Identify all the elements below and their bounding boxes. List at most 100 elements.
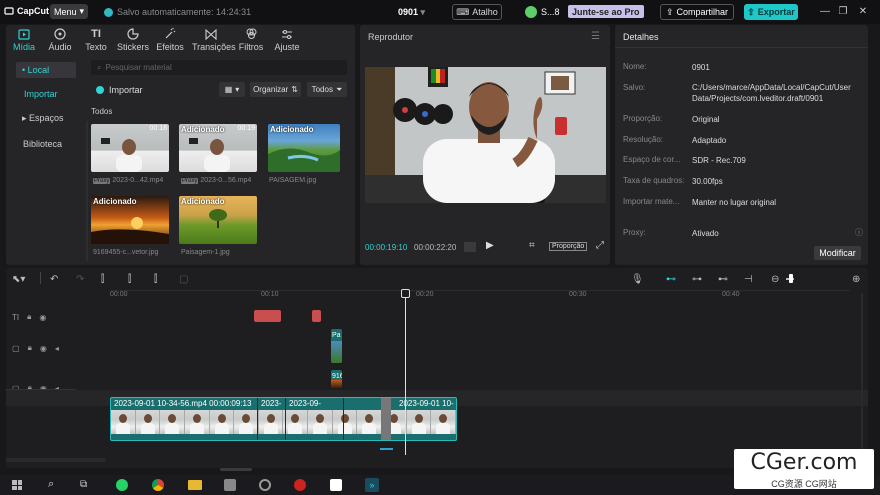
preview-axis-icon[interactable]: ⊷ — [718, 274, 728, 285]
user-account[interactable]: S...8 — [525, 4, 560, 20]
search-icon[interactable]: ⌕ — [48, 478, 54, 491]
ratio-button[interactable]: Proporção — [549, 242, 588, 251]
playhead[interactable] — [405, 290, 406, 455]
folder-icon[interactable] — [188, 480, 202, 490]
media-item[interactable]: Adicionado — [91, 196, 169, 244]
transition-marker[interactable] — [381, 398, 391, 440]
media-icon — [6, 27, 42, 41]
lock-icon[interactable]: 🔒︎ — [27, 312, 31, 322]
modify-button[interactable]: Modificar — [814, 246, 861, 260]
media-item[interactable]: 00:18 — [91, 124, 169, 172]
play-icon[interactable]: ▶ — [486, 240, 494, 251]
align-icon[interactable]: ⊣ — [744, 274, 753, 285]
media-item[interactable]: Adicionado — [179, 196, 257, 244]
app-icon[interactable] — [224, 479, 236, 491]
menu-button[interactable]: Menu ▾ — [50, 4, 88, 19]
share-button[interactable]: ⇪ Compartilhar — [660, 4, 734, 20]
redo-icon[interactable]: ↷ — [76, 274, 84, 285]
video-clip[interactable]: 2023-09- — [286, 398, 344, 440]
video-clip[interactable]: 2023-09-01 10-34-56.mp4 00:00:09:13 — [111, 398, 258, 440]
eye-icon[interactable]: ◉ — [40, 344, 47, 353]
overlay-clip[interactable]: Pa — [331, 329, 342, 363]
crop-icon[interactable]: ⌗ — [529, 240, 535, 251]
link-icon[interactable]: ⊶ — [692, 274, 702, 285]
media-item[interactable]: Adicionado — [268, 124, 340, 172]
expand-icon[interactable]: ⤢ — [596, 240, 604, 251]
menu-icon[interactable]: ☰ — [591, 31, 600, 42]
filter-button[interactable]: Todos ⏷ — [307, 82, 347, 97]
maximize-icon[interactable]: ❐ — [837, 6, 849, 18]
filters-icon — [233, 27, 269, 41]
text-clip[interactable] — [254, 310, 281, 322]
eye-icon[interactable]: ◉ — [39, 313, 46, 322]
tab-effects[interactable]: Efeitos — [152, 27, 188, 52]
view-mode-button[interactable]: ▦ ▾ — [219, 82, 245, 97]
capcut-taskbar-icon[interactable] — [330, 479, 342, 491]
terminal-icon[interactable]: » — [365, 478, 379, 492]
opera-icon[interactable] — [294, 479, 306, 491]
zoom-slider-handle[interactable] — [789, 274, 793, 283]
video-clip[interactable]: 2023- — [258, 398, 286, 440]
split-left-icon[interactable]: ⫿ — [128, 274, 131, 285]
microphone-icon[interactable]: 🎙 — [631, 274, 644, 285]
details-title: Detalhes — [623, 32, 659, 42]
task-view-icon[interactable]: ⧉ — [80, 479, 87, 490]
audio-icon[interactable]: ◂ — [55, 344, 59, 353]
filter-icon: ⏷ — [335, 84, 343, 94]
tab-media[interactable]: Mídia — [6, 27, 42, 52]
detail-value: C:/Users/marce/AppData/Local/CapCut/User — [692, 83, 851, 92]
tab-stickers[interactable]: Stickers — [115, 27, 151, 52]
playhead-handle[interactable] — [401, 289, 410, 298]
search-input[interactable]: ⌕ Pesquisar material — [91, 60, 347, 75]
text-track-icon: TI — [12, 312, 20, 322]
sidebar-item-local[interactable]: • Local — [16, 62, 76, 78]
details-panel: Detalhes Nome: 0901 Salvo: C:/Users/marc… — [615, 25, 868, 265]
ruler-label: 00:00 — [110, 291, 128, 298]
project-name[interactable]: 0901 ▾ — [398, 7, 425, 18]
ruler-label: 00:20 — [416, 291, 434, 298]
tab-text[interactable]: TI Texto — [78, 27, 114, 52]
video-preview[interactable] — [365, 67, 606, 203]
info-icon[interactable]: ⓘ — [855, 227, 863, 238]
undo-icon[interactable]: ↶ — [50, 274, 58, 285]
sidebar-item-spaces[interactable]: ▸ Espaços — [16, 110, 76, 126]
minimize-icon[interactable]: — — [819, 6, 831, 18]
scrollbar[interactable] — [861, 293, 863, 453]
shortcut-button[interactable]: ⌨ Atalho — [452, 4, 502, 20]
chevron-down-icon: ▾ — [235, 85, 240, 94]
split-right-icon[interactable]: ⫿ — [154, 274, 157, 285]
tab-transitions[interactable]: Transições — [192, 27, 236, 52]
scrollbar[interactable] — [6, 458, 106, 462]
export-icon: ⇧ — [747, 6, 755, 17]
join-pro-button[interactable]: Junte-se ao Pro — [568, 5, 644, 18]
scrollbar[interactable] — [86, 121, 88, 261]
split-icon[interactable]: ⫿ — [101, 274, 104, 285]
export-button[interactable]: ⇧ Exportar — [744, 4, 798, 20]
tab-filters[interactable]: Filtros — [233, 27, 269, 52]
tab-adjust[interactable]: Ajuste — [269, 27, 305, 52]
magnet-icon[interactable]: ⊷ — [666, 274, 676, 285]
media-item[interactable]: Adicionado 00:19 — [179, 124, 257, 172]
start-icon[interactable] — [12, 480, 22, 490]
media-caption: Proxy 2023-0...56.mp4 — [181, 177, 252, 184]
current-time: 00:00:19:10 — [365, 243, 408, 252]
add-icon[interactable]: ⊕ — [852, 274, 860, 285]
overlay-clip[interactable]: 916 — [331, 370, 342, 388]
lock-icon[interactable]: 🔒︎ — [28, 343, 32, 353]
organize-button[interactable]: Organizar ⇅ — [250, 82, 301, 97]
zoom-out-icon[interactable]: ⊖ — [771, 274, 779, 285]
import-button[interactable]: Importar — [96, 85, 143, 95]
whatsapp-icon[interactable] — [116, 479, 128, 491]
chrome-icon[interactable] — [152, 479, 164, 491]
text-clip[interactable] — [312, 310, 321, 322]
sidebar-item-import[interactable]: Importar — [16, 86, 76, 102]
detail-value: SDR - Rec.709 — [692, 156, 746, 165]
obs-icon[interactable] — [259, 479, 271, 491]
select-tool-icon[interactable]: ⬉▾ — [12, 274, 25, 285]
close-icon[interactable]: ✕ — [857, 6, 869, 18]
fullscreen-preview-icon[interactable] — [464, 242, 476, 252]
sidebar-item-library[interactable]: Biblioteca — [16, 136, 76, 152]
scrollbar[interactable] — [220, 468, 252, 471]
delete-icon[interactable]: ▢ — [179, 274, 188, 285]
tab-audio[interactable]: Áudio — [42, 27, 78, 52]
